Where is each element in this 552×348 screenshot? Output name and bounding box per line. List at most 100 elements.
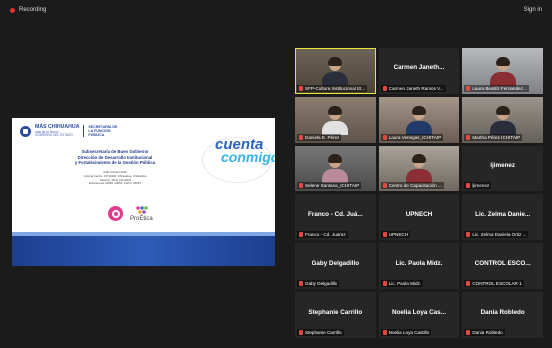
participant-tile[interactable]: ljimenez ljimenez	[462, 145, 543, 192]
participant-name-label: Carmen Janeth Ramos V...	[388, 85, 444, 91]
body	[405, 169, 432, 184]
participant-display-name: Gaby Delgadillo	[311, 259, 360, 267]
participant-tile[interactable]: Martha Pérez ICHITAIP	[462, 96, 543, 143]
participant-name-tag: Carmen Janeth Ramos V...	[380, 84, 446, 92]
slide-address-block: Calle Victoria #310 Colonia Centro, CP 3…	[40, 170, 190, 186]
participant-tile[interactable]: Selene Santana_ICHITAIP	[295, 145, 376, 192]
participant-name-tag: Martha Pérez ICHITAIP	[464, 133, 523, 141]
mic-muted-icon	[466, 134, 471, 140]
participant-name-label: Lic. Zelma Daniela Ortiz ...	[472, 232, 527, 238]
participant-name-label: CONTROL ESCOLAR 1	[472, 281, 522, 287]
shared-screen-slide: MÁS CHIHUAHUA más de la bueno GOBIERNO D…	[12, 118, 275, 266]
participant-name-tag: UPNECH	[380, 231, 411, 239]
participant-name-label: Laura Venegas_ICHITAIP	[388, 134, 442, 140]
participant-name-tag: Dania Robledo	[464, 328, 505, 336]
record-icon	[10, 7, 15, 13]
mic-muted-icon	[466, 183, 471, 189]
body	[322, 169, 349, 184]
recording-label: Recording	[19, 7, 47, 13]
participant-tile[interactable]: Laura Venegas_ICHITAIP	[378, 96, 460, 143]
logo-divider	[83, 125, 85, 138]
hair	[411, 105, 426, 115]
hair	[495, 105, 510, 115]
participant-display-name: CONTROL ESCO...	[474, 259, 531, 267]
participant-name-label: Selene Santana_ICHITAIP	[305, 183, 360, 189]
participant-video	[322, 154, 349, 185]
slide-line-3: y Fortalecimiento de la Gestión Pública	[74, 160, 156, 166]
participant-name-label: Noelia Loya Castillo	[388, 329, 430, 335]
participant-display-name: Lic. Paola Midz.	[395, 259, 443, 267]
mic-muted-icon	[299, 134, 303, 140]
participant-name-label: Gaby Delgadillo	[305, 281, 338, 287]
participant-name-label: Laura Beatriz Fernandez...	[472, 85, 527, 91]
participant-name-tag: SFP-Cultura Institucional Et...	[297, 84, 368, 92]
participant-name-label: Martha Pérez ICHITAIP	[472, 134, 521, 140]
hair	[328, 56, 343, 66]
participant-name-tag: Franco - Cd. Juarez	[297, 231, 348, 239]
secretaria-label: SECRETARÍA DE LA FUNCIÓN PÚBLICA	[88, 125, 118, 138]
participant-name-label: Dania Robledo	[472, 329, 503, 335]
participant-display-name: Carmen Janeth...	[393, 64, 445, 72]
proetica-logo-icon	[136, 206, 148, 215]
hair	[495, 56, 510, 66]
participant-tile[interactable]: Stephanie Carrillo Stephanie Carrillo	[295, 292, 376, 338]
gov-subtitle-2: GOBIERNO DEL ESTADO	[35, 132, 73, 137]
mic-muted-icon	[382, 183, 387, 189]
mic-muted-icon	[382, 85, 387, 91]
participant-tile[interactable]: Laura Beatriz Fernandez...	[462, 48, 543, 94]
mic-muted-icon	[466, 85, 471, 91]
participant-gallery: SFP-Cultura Institucional Et... Carmen Ja…	[295, 48, 543, 338]
participant-tile[interactable]: Carmen Janeth... Carmen Janeth Ramos V...	[378, 48, 460, 94]
participant-tile[interactable]: Lic. Zelma Danie... Lic. Zelma Daniela Or…	[462, 194, 543, 241]
hair	[328, 154, 343, 164]
participant-name-label: Franco - Cd. Juarez	[305, 232, 346, 238]
slide-footer-band	[12, 236, 275, 266]
participant-display-name: Noelia Loya Cas...	[392, 308, 446, 316]
slide-header-logos: MÁS CHIHUAHUA más de la bueno GOBIERNO D…	[20, 124, 122, 138]
participant-display-name: Franco - Cd. Juá...	[308, 210, 363, 218]
body	[489, 71, 516, 86]
participant-name-tag: Laura Beatriz Fernandez...	[464, 84, 529, 92]
participant-name-tag: Centro de Capacitación ...	[380, 182, 444, 190]
participant-name-label: ljimenez	[472, 183, 490, 189]
mic-muted-icon	[382, 281, 387, 287]
participant-video	[405, 105, 432, 137]
participant-name-tag: Lic. Paola Midz.	[380, 280, 424, 288]
hair	[411, 154, 426, 164]
mic-muted-icon	[299, 85, 303, 91]
participant-display-name: Lic. Zelma Danie...	[475, 210, 531, 218]
participant-tile[interactable]: SFP-Cultura Institucional Et...	[295, 48, 376, 94]
participant-tile[interactable]: Franco - Cd. Juá... Franco - Cd. Juarez	[295, 194, 376, 241]
participant-tile[interactable]: Dania Robledo Dania Robledo	[462, 292, 543, 338]
participant-name-tag: Daniela E. Pérez	[297, 133, 342, 141]
participant-tile[interactable]: Noelia Loya Cas... Noelia Loya Castillo	[378, 292, 460, 338]
sign-in-link[interactable]: Sign in	[524, 7, 542, 13]
body	[322, 120, 349, 135]
participant-tile[interactable]: Lic. Paola Midz. Lic. Paola Midz.	[378, 243, 460, 290]
conmigo-word: conmigo	[221, 148, 275, 165]
participant-video	[322, 56, 349, 88]
participant-display-name: Stephanie Carrillo	[308, 308, 363, 316]
participant-video	[322, 105, 349, 137]
participant-tile[interactable]: CONTROL ESCO... CONTROL ESCOLAR 1	[462, 243, 543, 290]
participant-name-tag: Noelia Loya Castillo	[380, 328, 432, 336]
participant-display-name: ljimenez	[490, 162, 516, 170]
mic-muted-icon	[299, 329, 303, 335]
participant-name-label: SFP-Cultura Institucional Et...	[305, 85, 366, 91]
participant-tile[interactable]: Daniela E. Pérez	[295, 96, 376, 143]
participant-name-tag: Lic. Zelma Daniela Ortiz ...	[464, 231, 529, 239]
mic-muted-icon	[299, 183, 303, 189]
participant-display-name: UPNECH	[405, 210, 433, 218]
proetica-label: ProÉtica	[130, 216, 153, 222]
hair	[328, 105, 343, 115]
participant-tile[interactable]: UPNECH UPNECH	[378, 194, 460, 241]
mic-muted-icon	[382, 134, 387, 140]
participant-name-tag: Laura Venegas_ICHITAIP	[380, 133, 444, 141]
participant-tile[interactable]: Gaby Delgadillo Gaby Delgadillo	[295, 243, 376, 290]
cuenta-conmigo-logo: cuenta conmigo	[215, 137, 275, 165]
recording-indicator: Recording	[10, 7, 46, 13]
participant-tile[interactable]: Centro de Capacitación ...	[378, 145, 460, 192]
participant-video	[489, 56, 516, 88]
circular-logo-icon	[108, 206, 123, 221]
mic-muted-icon	[466, 281, 471, 287]
